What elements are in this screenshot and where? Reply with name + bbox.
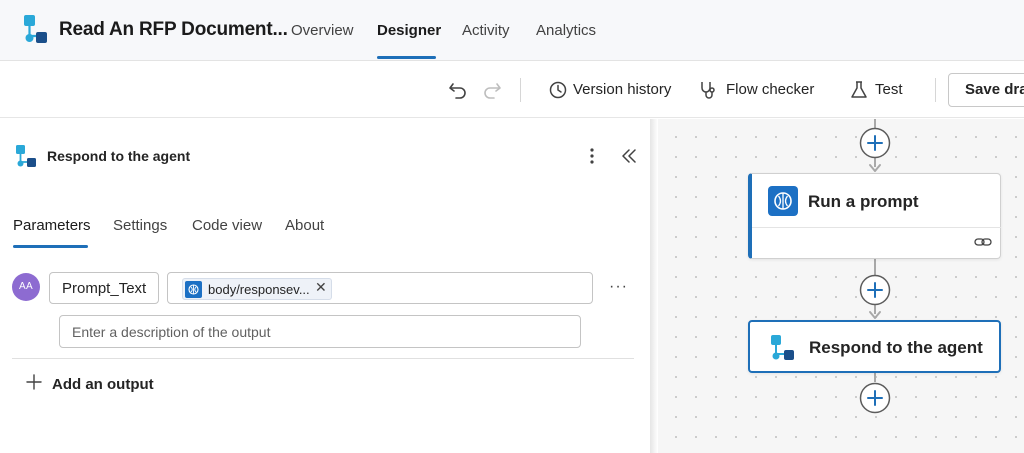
tab-code-view[interactable]: Code view bbox=[192, 217, 262, 234]
designer-canvas[interactable] bbox=[658, 119, 1024, 453]
beaker-icon[interactable] bbox=[848, 79, 870, 101]
remove-token-icon[interactable]: ✕ bbox=[315, 279, 327, 296]
tab-designer[interactable]: Designer bbox=[377, 22, 441, 39]
node-title: Respond to the agent bbox=[809, 338, 983, 357]
output-description-field[interactable]: Enter a description of the output bbox=[59, 315, 581, 348]
toolbar: Version history Flow checker Test Save d… bbox=[0, 61, 1024, 118]
tab-overview[interactable]: Overview bbox=[291, 22, 354, 39]
version-history-button[interactable]: Version history bbox=[573, 81, 671, 98]
stethoscope-icon[interactable] bbox=[698, 79, 720, 101]
arrow-down-icon bbox=[869, 311, 881, 319]
output-name-field[interactable]: Prompt_Text bbox=[49, 272, 159, 304]
redo-icon[interactable] bbox=[481, 79, 503, 101]
output-type-avatar: AA bbox=[12, 273, 40, 301]
top-header: Read An RFP Document... Overview Designe… bbox=[0, 0, 1024, 61]
flow-title: Read An RFP Document... bbox=[59, 19, 288, 40]
node-divider bbox=[752, 227, 1001, 228]
output-value-field[interactable]: body/responsev... ✕ bbox=[167, 272, 593, 304]
add-step-button[interactable] bbox=[859, 382, 891, 414]
dynamic-content-token[interactable]: body/responsev... ✕ bbox=[182, 278, 332, 300]
node-title: Run a prompt bbox=[808, 192, 919, 211]
tab-activity[interactable]: Activity bbox=[462, 22, 510, 39]
run-a-prompt-node[interactable]: Run a prompt bbox=[748, 173, 1001, 259]
more-vertical-icon[interactable] bbox=[583, 145, 601, 167]
panel-shadow bbox=[650, 119, 658, 453]
toolbar-divider bbox=[520, 78, 521, 102]
connector-line bbox=[874, 373, 876, 382]
plus-icon[interactable] bbox=[26, 374, 42, 390]
token-label: body/responsev... bbox=[208, 282, 310, 297]
link-icon[interactable] bbox=[974, 235, 992, 249]
tab-settings[interactable]: Settings bbox=[113, 217, 167, 234]
agent-flow-icon bbox=[771, 335, 794, 360]
arrow-down-icon bbox=[869, 164, 881, 172]
more-options-icon[interactable]: ··· bbox=[609, 278, 628, 296]
add-step-button[interactable] bbox=[859, 274, 891, 306]
test-button[interactable]: Test bbox=[875, 81, 903, 98]
tab-about[interactable]: About bbox=[285, 217, 324, 234]
undo-icon[interactable] bbox=[447, 79, 469, 101]
history-icon[interactable] bbox=[547, 79, 569, 101]
active-tab-indicator bbox=[13, 245, 88, 248]
add-output-button[interactable]: Add an output bbox=[52, 376, 154, 393]
divider bbox=[12, 358, 634, 359]
agent-flow-icon bbox=[24, 15, 47, 43]
connector-line bbox=[874, 259, 876, 275]
flow-checker-button[interactable]: Flow checker bbox=[726, 81, 814, 98]
respond-to-agent-node[interactable]: Respond to the agent bbox=[748, 320, 1001, 373]
ai-prompt-icon bbox=[185, 281, 202, 298]
agent-flow-icon bbox=[16, 145, 36, 167]
active-tab-indicator bbox=[377, 56, 436, 59]
add-step-button[interactable] bbox=[859, 127, 891, 159]
tab-analytics[interactable]: Analytics bbox=[536, 22, 596, 39]
ai-prompt-icon bbox=[768, 186, 798, 216]
toolbar-divider bbox=[935, 78, 936, 102]
action-panel: Respond to the agent Parameters Settings… bbox=[0, 119, 650, 453]
save-draft-button[interactable]: Save draft bbox=[948, 73, 1024, 107]
collapse-panel-icon[interactable] bbox=[620, 145, 638, 167]
panel-title: Respond to the agent bbox=[47, 148, 191, 164]
tab-parameters[interactable]: Parameters bbox=[13, 217, 91, 234]
